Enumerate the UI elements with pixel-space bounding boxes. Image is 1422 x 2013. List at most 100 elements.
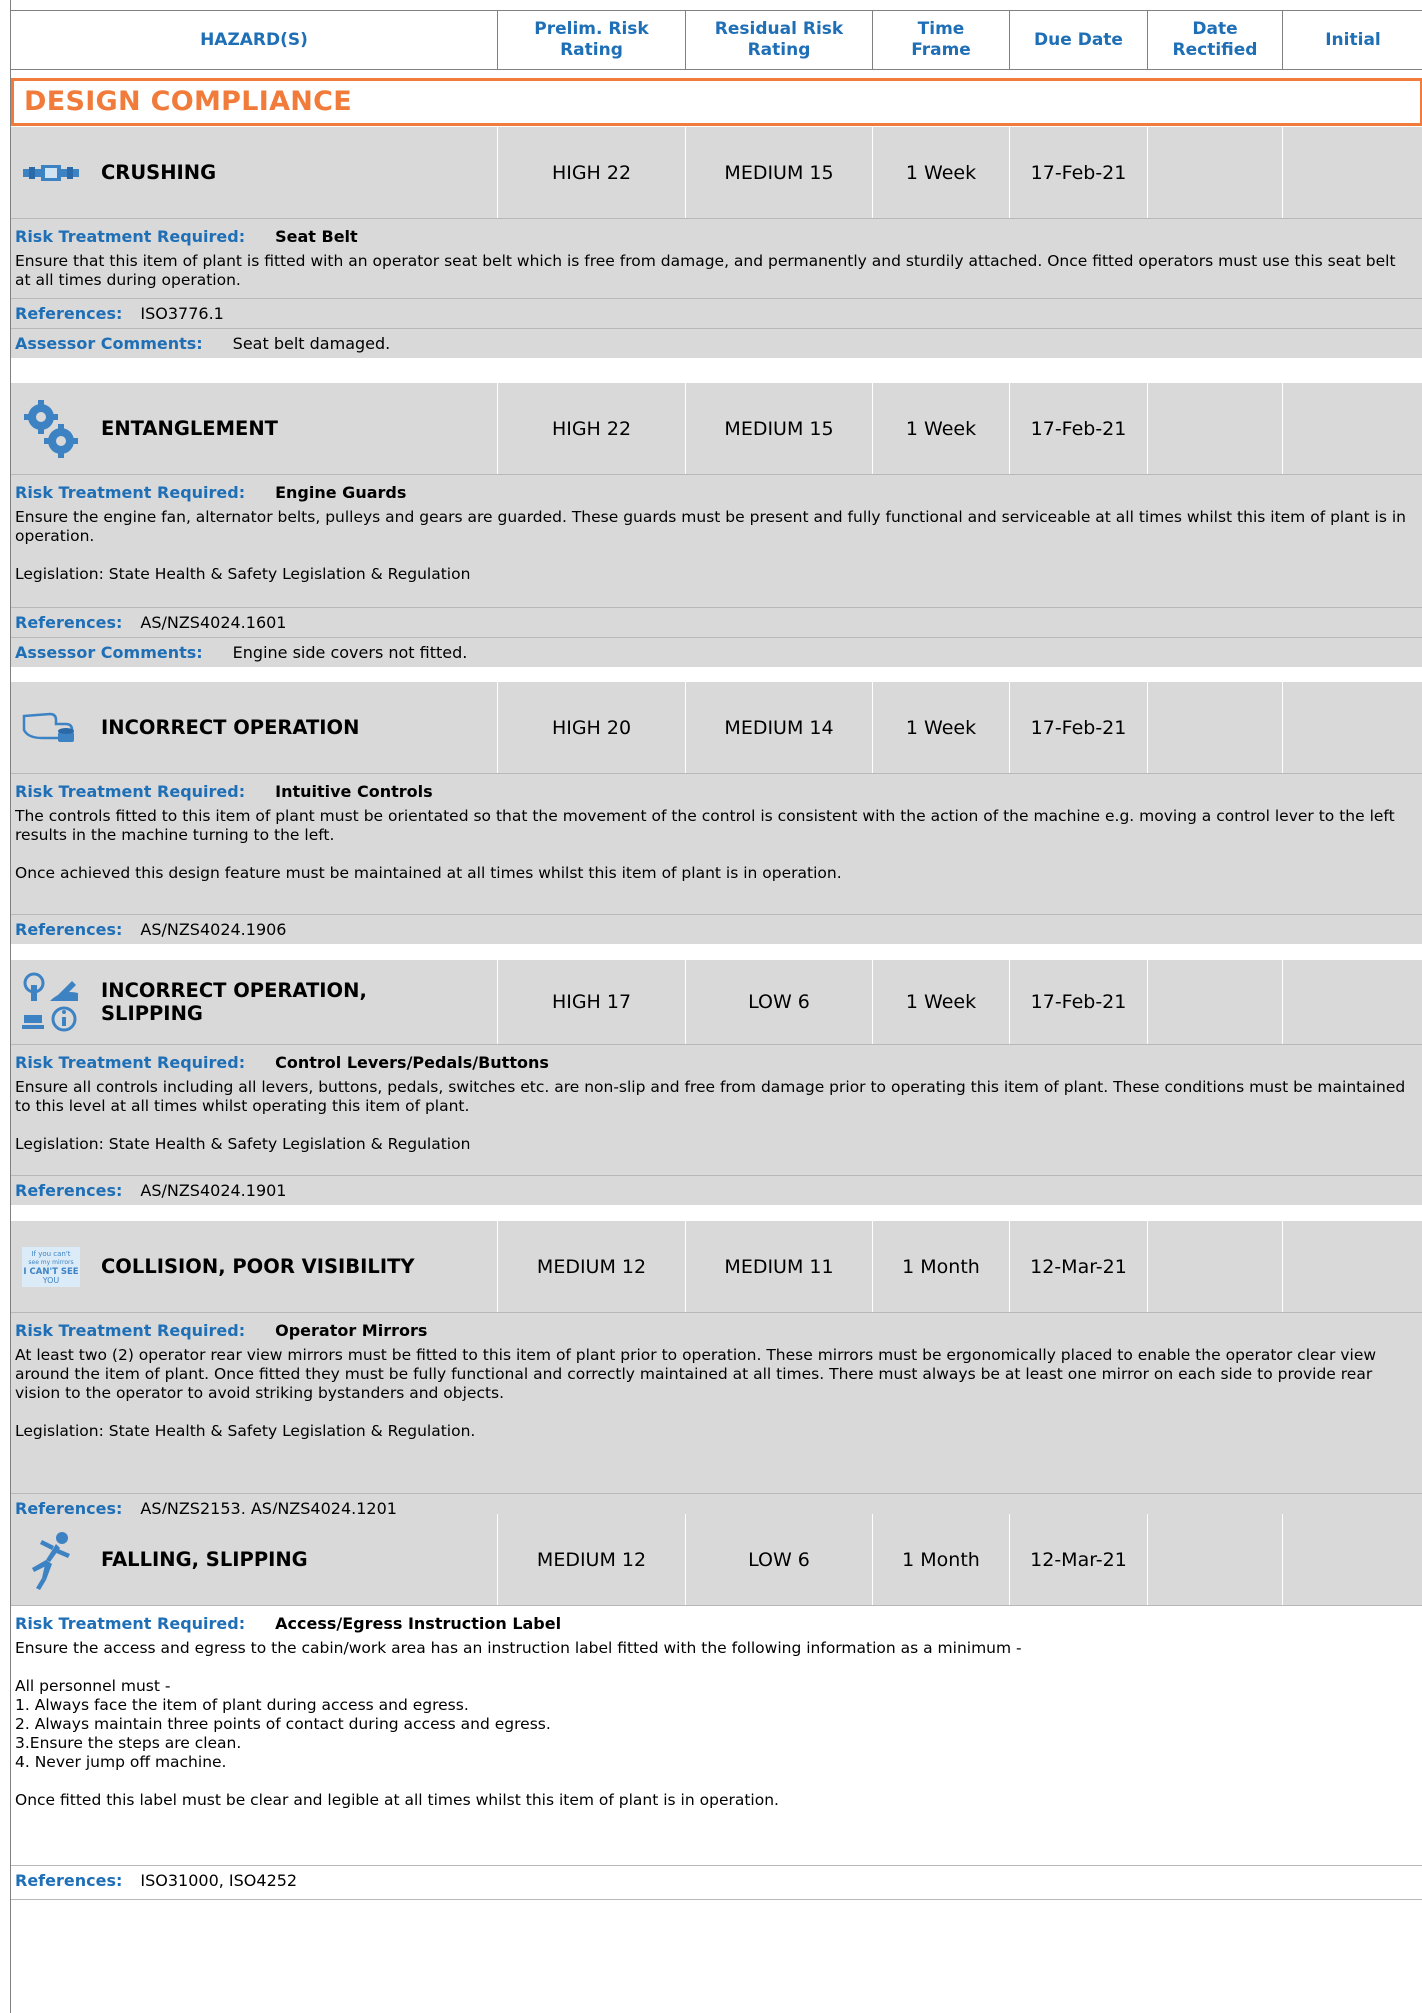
references: References: AS/NZS4024.1901 xyxy=(11,1175,1422,1205)
assessor-label: Assessor Comments: xyxy=(15,334,203,353)
initial-field[interactable] xyxy=(1283,1514,1422,1605)
risk-treatment: Risk Treatment Required: Engine Guards xyxy=(11,475,1422,504)
residual-rating: MEDIUM 15 xyxy=(686,127,873,218)
references: References: AS/NZS4024.1906 xyxy=(11,914,1422,944)
risk-treatment-label: Risk Treatment Required: xyxy=(15,1614,246,1633)
risk-treatment-value: Intuitive Controls xyxy=(275,782,433,801)
residual-rating: MEDIUM 11 xyxy=(686,1221,873,1312)
due-date: 17-Feb-21 xyxy=(1010,383,1148,474)
treatment-description: At least two (2) operator rear view mirr… xyxy=(15,1346,1377,1440)
residual-rating: MEDIUM 14 xyxy=(686,682,873,773)
references: References: ISO3776.1 xyxy=(11,298,1422,328)
references-value: ISO31000, ISO4252 xyxy=(140,1871,298,1890)
hazard-block: INCORRECT OPERATION, SLIPPING HIGH 17 LO… xyxy=(11,960,1422,1205)
references-label: References: xyxy=(15,1871,123,1890)
hazard-block: INCORRECT OPERATION HIGH 20 MEDIUM 14 1 … xyxy=(11,682,1422,944)
initial-field[interactable] xyxy=(1283,127,1422,218)
time-frame: 1 Week xyxy=(873,682,1010,773)
mirror-sign-icon: If you can't see my mirrors I CAN'T SEE YOU xyxy=(21,1237,81,1297)
header-due-date: Due Date xyxy=(1010,11,1148,69)
risk-treatment: Risk Treatment Required: Intuitive Contro… xyxy=(11,774,1422,803)
hazard-block: ENTANGLEMENT HIGH 22 MEDIUM 15 1 Week 17… xyxy=(11,383,1422,667)
header-date-rectified: Date Rectified xyxy=(1148,11,1283,69)
prelim-rating: MEDIUM 12 xyxy=(498,1221,686,1312)
prelim-rating: HIGH 22 xyxy=(498,383,686,474)
prelim-rating: MEDIUM 12 xyxy=(498,1514,686,1605)
hazard-name: INCORRECT OPERATION, SLIPPING xyxy=(101,979,367,1025)
assessor-label: Assessor Comments: xyxy=(15,643,203,662)
date-rectified[interactable] xyxy=(1148,383,1283,474)
date-rectified[interactable] xyxy=(1148,682,1283,773)
hazard-name: ENTANGLEMENT xyxy=(101,417,278,440)
svg-text:If you can't: If you can't xyxy=(31,1250,70,1258)
prelim-rating: HIGH 22 xyxy=(498,127,686,218)
hazard-name: FALLING, SLIPPING xyxy=(101,1548,308,1571)
hazard-cell: INCORRECT OPERATION, SLIPPING xyxy=(11,960,498,1044)
risk-treatment-value: Control Levers/Pedals/Buttons xyxy=(275,1053,549,1072)
due-date: 12-Mar-21 xyxy=(1010,1221,1148,1312)
hand-control-icon xyxy=(21,698,81,758)
header-hazards: HAZARD(S) xyxy=(11,11,498,69)
section-title: DESIGN COMPLIANCE xyxy=(11,78,1422,126)
divider xyxy=(11,1899,1422,1900)
risk-treatment: Risk Treatment Required: Seat Belt xyxy=(11,219,1422,248)
references-label: References: xyxy=(15,920,123,939)
hazard-cell: FALLING, SLIPPING xyxy=(11,1514,498,1605)
initial-field[interactable] xyxy=(1283,383,1422,474)
initial-field[interactable] xyxy=(1283,960,1422,1044)
residual-rating: LOW 6 xyxy=(686,1514,873,1605)
hazard-block: If you can't see my mirrors I CAN'T SEE YOU… xyxy=(11,1221,1422,1523)
references-value: AS/NZS4024.1601 xyxy=(140,613,287,632)
residual-rating: LOW 6 xyxy=(686,960,873,1044)
residual-rating: MEDIUM 15 xyxy=(686,383,873,474)
date-rectified[interactable] xyxy=(1148,127,1283,218)
due-date: 12-Mar-21 xyxy=(1010,1514,1148,1605)
prelim-rating: HIGH 17 xyxy=(498,960,686,1044)
time-frame: 1 Week xyxy=(873,127,1010,218)
falling-person-icon xyxy=(21,1530,81,1590)
references-label: References: xyxy=(15,304,123,323)
hazard-cell: CRUSHING xyxy=(11,127,498,218)
time-frame: 1 Month xyxy=(873,1514,1010,1605)
risk-treatment-value: Engine Guards xyxy=(275,483,407,502)
initial-field[interactable] xyxy=(1283,1221,1422,1312)
due-date: 17-Feb-21 xyxy=(1010,960,1148,1044)
risk-treatment: Risk Treatment Required: Control Levers/P… xyxy=(11,1045,1422,1074)
assessor-value: Seat belt damaged. xyxy=(232,334,391,353)
hazard-detail-white: Risk Treatment Required: Access/Egress In… xyxy=(11,1606,1422,1898)
date-rectified[interactable] xyxy=(1148,1221,1283,1312)
assessor-value: Engine side covers not fitted. xyxy=(232,643,468,662)
treatment-description: Ensure all controls including all levers… xyxy=(15,1078,1406,1153)
references-label: References: xyxy=(15,1181,123,1200)
table-header: HAZARD(S) Prelim. Risk Rating Residual R… xyxy=(11,10,1422,70)
references-label: References: xyxy=(15,613,123,632)
due-date: 17-Feb-21 xyxy=(1010,682,1148,773)
initial-field[interactable] xyxy=(1283,682,1422,773)
time-frame: 1 Week xyxy=(873,383,1010,474)
hazard-name: INCORRECT OPERATION xyxy=(101,716,360,739)
svg-text:YOU: YOU xyxy=(42,1276,60,1285)
header-residual-risk: Residual Risk Rating xyxy=(686,11,873,69)
hazard-name: COLLISION, POOR VISIBILITY xyxy=(101,1255,415,1278)
treatment-description: Ensure the access and egress to the cabi… xyxy=(15,1639,1022,1809)
hazard-cell: INCORRECT OPERATION xyxy=(11,682,498,773)
risk-treatment: Risk Treatment Required: Operator Mirrors xyxy=(11,1313,1422,1342)
controls-icon xyxy=(21,972,81,1032)
hazard-block: FALLING, SLIPPING MEDIUM 12 LOW 6 1 Mont… xyxy=(11,1514,1422,1606)
risk-treatment-label: Risk Treatment Required: xyxy=(15,782,246,801)
due-date: 17-Feb-21 xyxy=(1010,127,1148,218)
treatment-description: Ensure that this item of plant is fitted… xyxy=(15,252,1396,289)
header-time-frame: Time Frame xyxy=(873,11,1010,69)
date-rectified[interactable] xyxy=(1148,1514,1283,1605)
references-value: ISO3776.1 xyxy=(140,304,224,323)
risk-treatment-value: Access/Egress Instruction Label xyxy=(275,1614,562,1633)
date-rectified[interactable] xyxy=(1148,960,1283,1044)
time-frame: 1 Month xyxy=(873,1221,1010,1312)
hazard-block: CRUSHING HIGH 22 MEDIUM 15 1 Week 17-Feb… xyxy=(11,127,1422,358)
references-value: AS/NZS4024.1906 xyxy=(140,920,287,939)
assessor-comments: Assessor Comments: Engine side covers not… xyxy=(11,637,1422,667)
references: References: ISO31000, ISO4252 xyxy=(11,1865,1422,1898)
hazard-table: HAZARD(S) Prelim. Risk Rating Residual R… xyxy=(10,0,1422,2013)
prelim-rating: HIGH 20 xyxy=(498,682,686,773)
svg-text:see my mirrors: see my mirrors xyxy=(28,1259,73,1266)
